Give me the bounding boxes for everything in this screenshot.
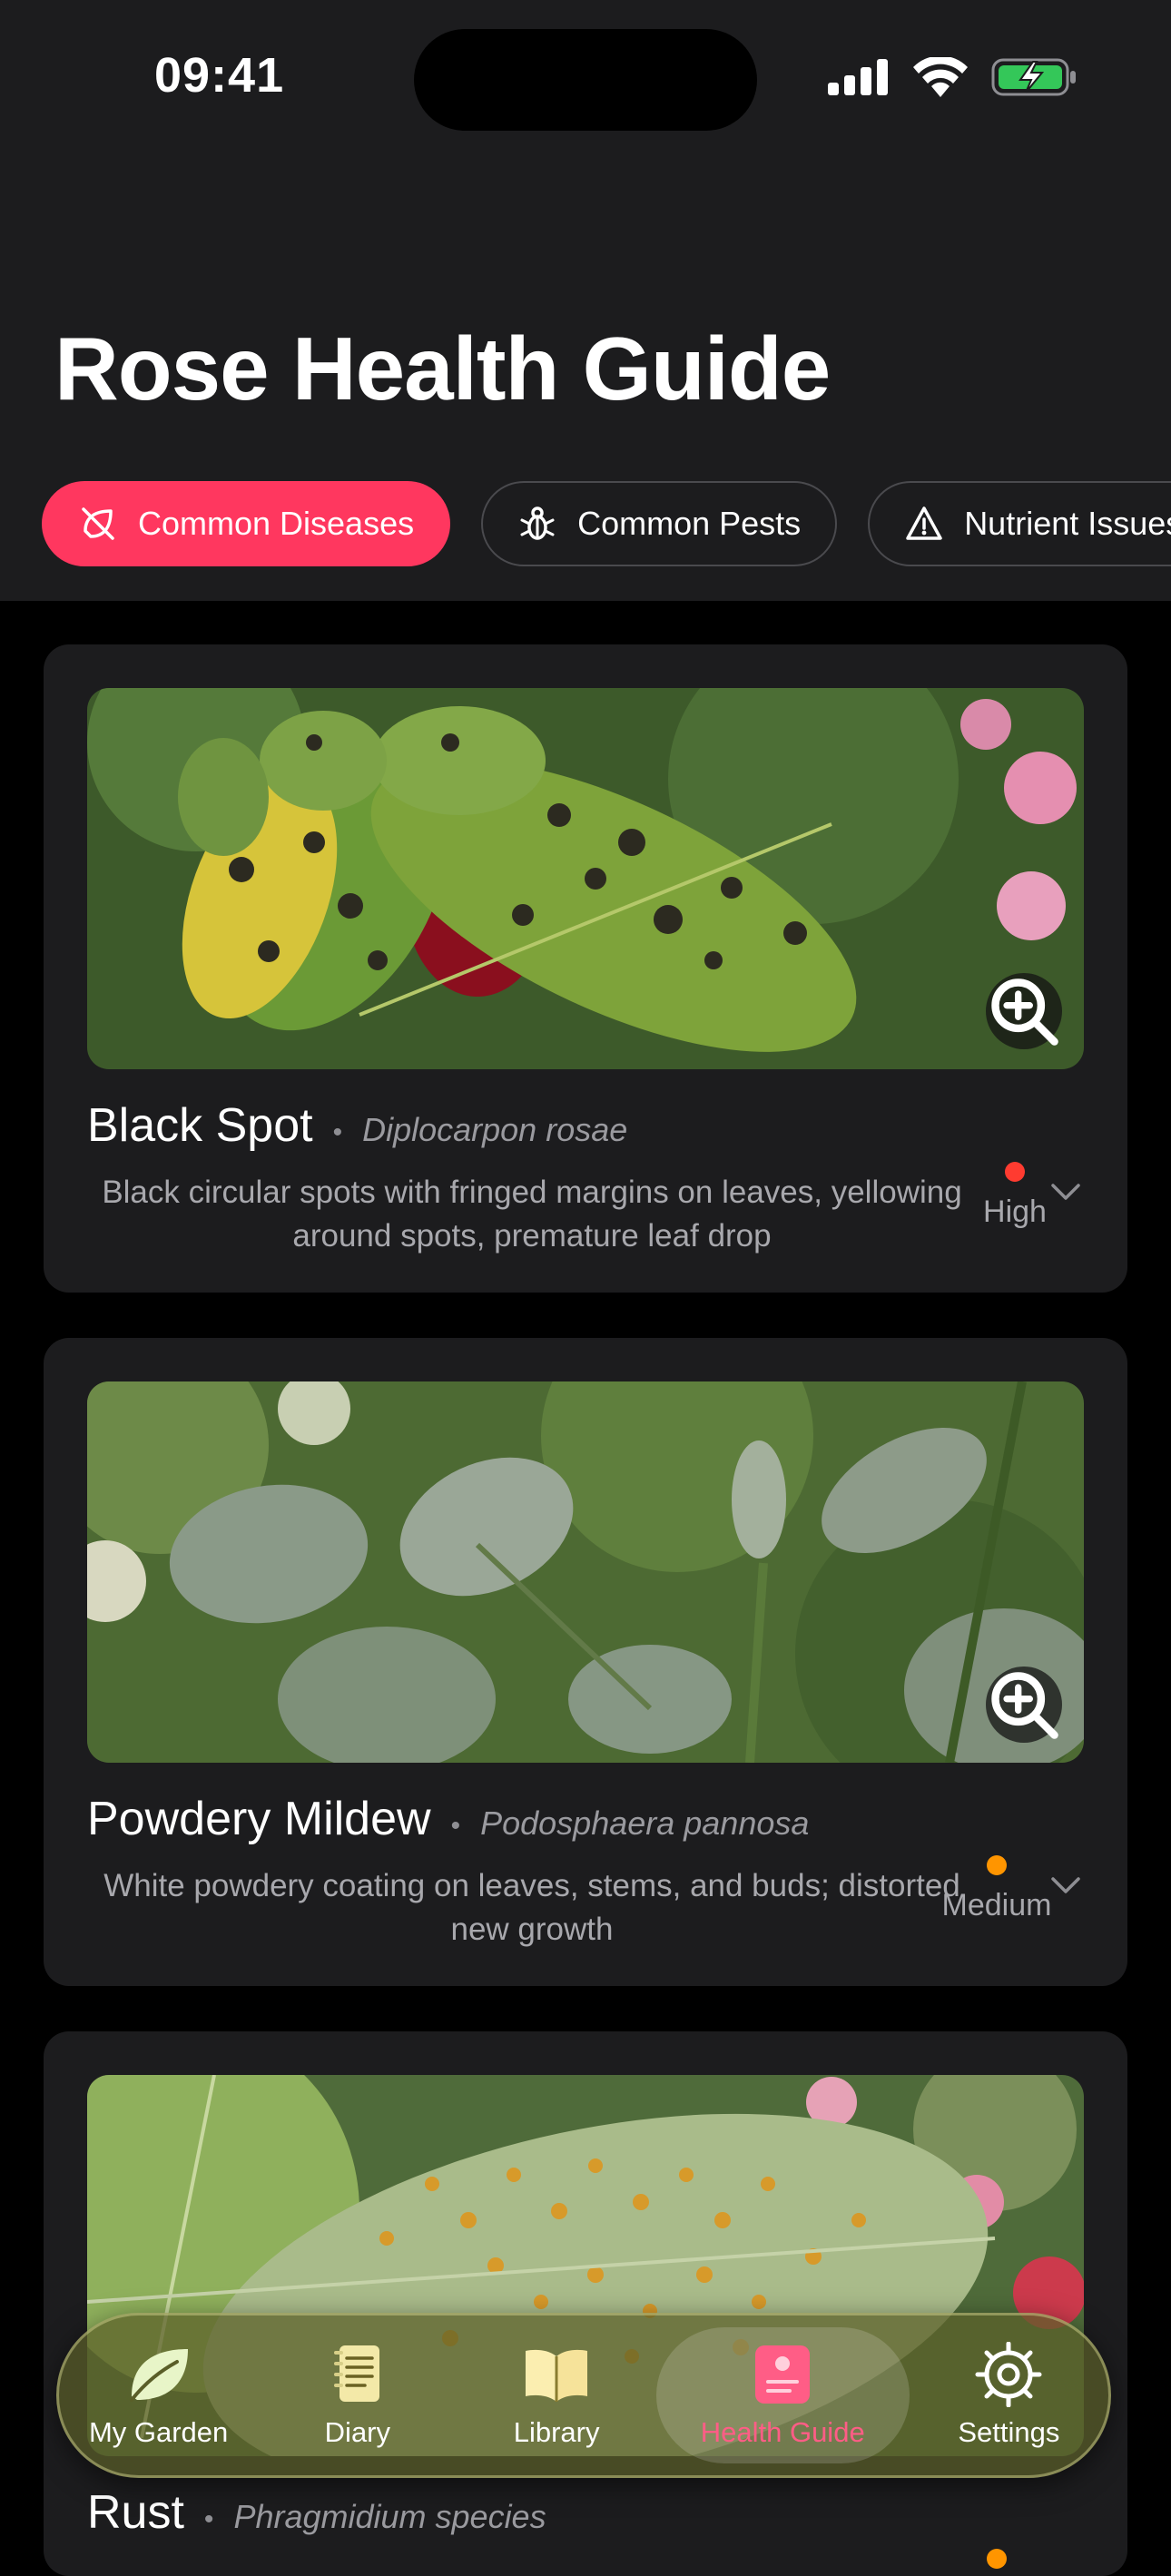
tab-label: Nutrient Issues	[964, 505, 1171, 542]
scientific-name: Phragmidium species	[233, 2498, 546, 2535]
tab-bar-item-library[interactable]: Library	[457, 2327, 655, 2463]
severity-indicator: Medium	[933, 1855, 1060, 1923]
battery-charging-icon	[991, 58, 1076, 96]
severity-dot	[987, 1855, 1007, 1875]
disease-name: Rust	[87, 2486, 184, 2539]
tab-nutrient-issues[interactable]: Nutrient Issues	[868, 481, 1171, 566]
tab-bar-item-health-guide[interactable]: Health Guide	[655, 2327, 910, 2463]
disease-description: Black circular spots with fringed margin…	[102, 1175, 962, 1254]
tab-bar-label: Library	[513, 2416, 600, 2448]
header: 09:41 Rose Health Guide Common Diseases …	[0, 0, 1171, 601]
disease-card-rust[interactable]: Rust • Phragmidium species	[44, 2031, 1127, 2576]
disease-card-black-spot[interactable]: Black Spot • Diplocarpon rosae Black cir…	[44, 644, 1127, 1293]
tab-common-pests[interactable]: Common Pests	[481, 481, 838, 566]
separator-dot: •	[203, 2504, 214, 2534]
status-time: 09:41	[154, 48, 285, 103]
leaf-slash-icon	[82, 507, 114, 540]
disease-photo	[87, 1381, 1084, 1763]
separator-dot: •	[332, 1117, 343, 1147]
tab-bar-label: Health Guide	[700, 2416, 865, 2448]
warning-icon	[906, 506, 942, 540]
scientific-name: Diplocarpon rosae	[362, 1111, 628, 1148]
tab-bar-item-settings[interactable]: Settings	[910, 2327, 1108, 2463]
scientific-name: Podosphaera pannosa	[480, 1804, 810, 1842]
severity-dot	[987, 2549, 1007, 2569]
tab-bar-item-my-garden[interactable]: My Garden	[59, 2327, 258, 2463]
chevron-down-icon[interactable]	[1048, 1866, 1084, 1903]
cellular-signal-icon	[828, 59, 888, 95]
card-title-row: Powdery Mildew • Podosphaera pannosa	[87, 1792, 809, 1846]
disease-photo	[87, 688, 1084, 1069]
zoom-button[interactable]	[986, 973, 1062, 1049]
zoom-button[interactable]	[986, 1667, 1062, 1743]
health-report-icon	[755, 2345, 811, 2404]
magnifier-plus-icon	[991, 1672, 1058, 1739]
separator-dot: •	[450, 1811, 461, 1841]
tab-bar-label: Settings	[958, 2416, 1060, 2448]
disease-name: Powdery Mildew	[87, 1793, 431, 1845]
dynamic-island	[414, 29, 757, 131]
tab-label: Common Pests	[577, 505, 802, 542]
card-title-row: Black Spot • Diplocarpon rosae	[87, 1098, 627, 1153]
tab-label: Common Diseases	[138, 505, 415, 542]
severity-label: Medium	[941, 1888, 1052, 1922]
category-tabs: Common Diseases Common Pests Nutrient Is…	[42, 481, 1171, 566]
page-title: Rose Health Guide	[54, 319, 831, 418]
wifi-icon	[913, 57, 968, 97]
chevron-down-icon[interactable]	[1048, 1173, 1084, 1209]
bug-icon	[520, 506, 555, 540]
severity-dot	[1005, 1162, 1025, 1182]
open-book-icon	[526, 2349, 588, 2402]
gear-icon	[975, 2342, 1042, 2407]
magnifier-plus-icon	[991, 978, 1058, 1046]
tab-bar-item-diary[interactable]: Diary	[258, 2327, 457, 2463]
card-title-row: Rust • Phragmidium species	[87, 2485, 546, 2540]
status-icons	[828, 56, 1078, 98]
bottom-tab-bar: My Garden Diary Library Health Guide Set…	[56, 2313, 1111, 2478]
disease-description: White powdery coating on leaves, stems, …	[103, 1868, 960, 1947]
tab-bar-label: My Garden	[88, 2416, 229, 2448]
tab-common-diseases[interactable]: Common Diseases	[42, 481, 451, 566]
notebook-icon	[333, 2345, 379, 2402]
severity-indicator	[933, 2549, 1060, 2576]
tab-bar-label: Diary	[324, 2416, 391, 2448]
disease-name: Black Spot	[87, 1099, 313, 1152]
disease-card-powdery-mildew[interactable]: Powdery Mildew • Podosphaera pannosa Whi…	[44, 1338, 1127, 1986]
leaf-icon	[129, 2349, 188, 2402]
